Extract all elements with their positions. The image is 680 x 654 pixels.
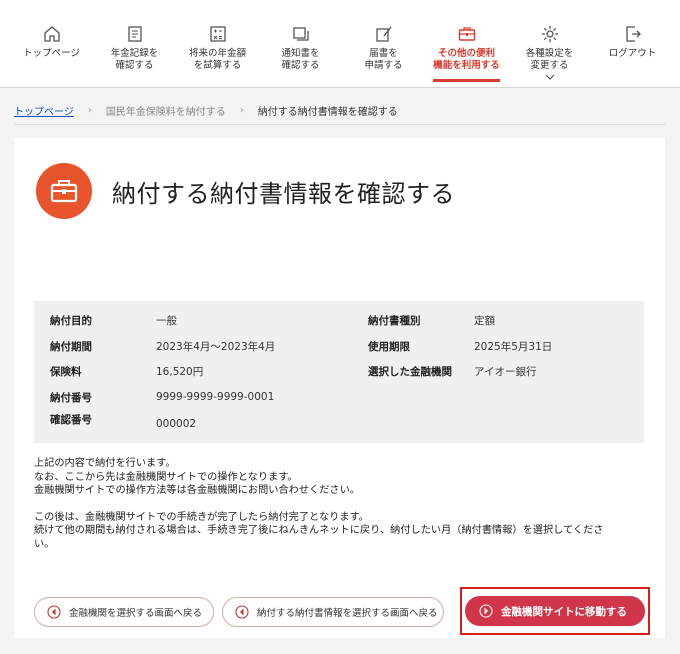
breadcrumb-divider [14,124,666,125]
instructions-text: 上記の内容で納付を行います。 なお、ここから先は金融機関サイトでの操作となります… [34,457,644,551]
purpose-label: 納付目的 [50,314,92,327]
nav-item-applications[interactable]: 届書を 申請する [342,0,425,88]
purpose-value: 一般 [156,314,177,327]
info-row: 確認番号 000002 [34,410,644,436]
back-to-bank-selection-button[interactable]: 金融機関を選択する画面へ戻る [34,597,214,627]
confirmation-number-label: 確認番号 [50,414,92,426]
nav-item-notices[interactable]: 通知書を 確認する [259,0,342,88]
breadcrumb-separator-icon: › [87,104,92,116]
expiry-value: 2025年5月31日 [474,340,553,353]
main-card: 納付する納付書情報を確認する 納付目的 一般 納付書種別 定額 納付期間 202… [14,138,665,638]
message-line: 続けて他の期間も納付される場合は、手続き完了後にねんきんネットに戻り、納付したい… [34,525,604,536]
nav-item-logout[interactable]: ログアウト [591,0,674,88]
toolbox-icon [458,27,475,41]
nav-item-label: トップページ [23,48,80,59]
selected-bank-label: 選択した金融機関 [368,365,452,378]
title-icon-badge [36,163,92,219]
nav-item-estimate[interactable]: 将来の年金額 を試算する [176,0,259,88]
nav-item-pension-record[interactable]: 年金記録を 確認する [93,0,176,88]
nav-item-label: 各種設定を 変更する [525,48,574,71]
confirmation-number-value: 000002 [156,418,197,430]
nav-item-label: ログアウト [608,48,657,59]
period-value: 2023年4月～2023年4月 [156,340,276,353]
selected-bank-value: アイオー銀行 [474,365,537,378]
arrow-right-circle-icon [479,604,493,618]
logout-icon [625,26,641,42]
info-row: 納付目的 一般 納付書種別 定額 [34,307,644,333]
payment-number-label: 納付番号 [50,391,92,404]
info-row: 保険料 16,520円 選択した金融機関 アイオー銀行 [34,358,644,384]
arrow-left-circle-icon [235,605,249,619]
title-row: 納付する納付書情報を確認する [36,163,455,219]
nav-item-other-functions[interactable]: その他の便利 機能を利用する [425,0,508,88]
period-label: 納付期間 [50,340,92,353]
button-label: 金融機関サイトに移動する [501,605,627,618]
premium-label: 保険料 [50,365,82,378]
button-label: 納付する納付書情報を選択する画面へ戻る [257,608,438,619]
page-title: 納付する納付書情報を確認する [112,179,455,208]
nav-item-settings[interactable]: 各種設定を 変更する [508,0,591,88]
top-navigation: トップページ 年金記録を 確認する 将来の年金額 を試算する 通知書を 確認する… [0,0,680,88]
slip-type-value: 定額 [474,314,495,327]
message-line: この後は、金融機関サイトでの手続きが完了したら納付完了となります。 [34,511,369,523]
home-icon [43,26,60,42]
slip-type-label: 納付書種別 [368,314,421,327]
form-edit-icon [375,26,392,42]
info-row: 納付番号 9999-9999-9999-0001 [34,384,644,410]
message-line: 金融機関サイトでの操作方法等は各金融機関にお問い合わせください。 [34,485,360,496]
premium-value: 16,520円 [156,365,204,378]
breadcrumb-middle: 国民年金保険料を納付する [105,106,226,118]
payment-number-value: 9999-9999-9999-0001 [156,391,275,403]
breadcrumb-home-link[interactable]: トップページ [14,103,74,118]
calculator-icon [209,26,226,42]
gear-icon [541,26,558,42]
nav-item-top-page[interactable]: トップページ [10,0,93,88]
go-to-bank-site-button[interactable]: 金融機関サイトに移動する [465,596,645,626]
record-book-icon [127,26,142,42]
chevron-down-icon [545,74,554,80]
nav-item-label: 通知書を 確認する [281,48,320,71]
info-row: 納付期間 2023年4月～2023年4月 使用期限 2025年5月31日 [34,333,644,359]
button-label: 金融機関を選択する画面へ戻る [69,608,203,619]
nav-item-label: その他の便利 機能を利用する [433,48,500,71]
nav-item-label: 将来の年金額 を試算する [188,48,246,71]
breadcrumb-current: 納付する納付書情報を確認する [257,106,398,118]
arrow-left-circle-icon [47,605,61,619]
nav-item-label: 届書を 申請する [364,48,403,71]
message-line: い。 [34,538,55,550]
expiry-label: 使用期限 [368,340,410,353]
document-stack-icon [292,27,309,41]
message-line: なお、ここから先は金融機関サイトでの操作となります。 [34,471,298,483]
nav-item-label: 年金記録を 確認する [110,48,159,71]
payment-info-table: 納付目的 一般 納付書種別 定額 納付期間 2023年4月～2023年4月 使用… [34,301,644,443]
breadcrumb-separator-icon: › [239,104,244,116]
back-to-slip-selection-button[interactable]: 納付する納付書情報を選択する画面へ戻る [222,597,444,627]
toolbox-icon [50,180,78,203]
breadcrumb: トップページ › 国民年金保険料を納付する › 納付する納付書情報を確認する [14,100,398,120]
message-line: 上記の内容で納付を行います。 [34,458,176,469]
